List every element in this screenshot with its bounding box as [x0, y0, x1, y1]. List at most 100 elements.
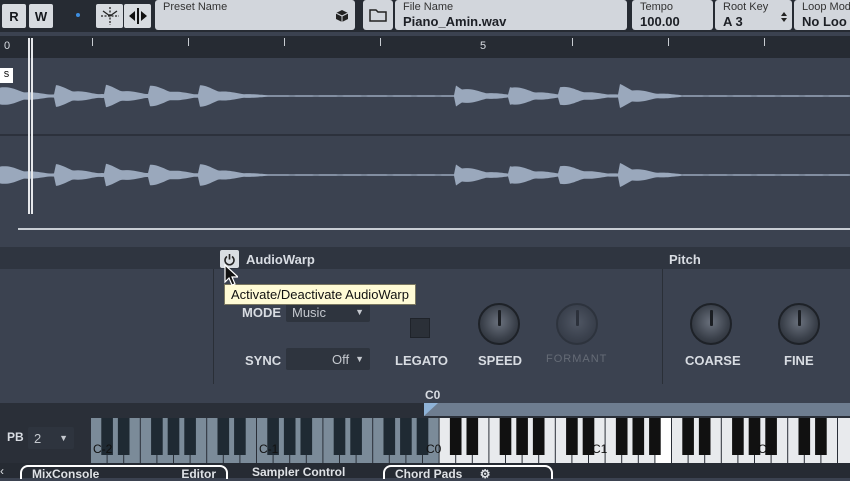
stepper-icon[interactable] [780, 11, 788, 23]
pitch-title: Pitch [669, 252, 701, 267]
ruler-tick [572, 38, 573, 46]
write-automation-button[interactable]: W [29, 4, 53, 28]
sync-dropdown[interactable]: Off ▼ [286, 348, 370, 370]
black-key[interactable] [566, 418, 578, 455]
octave-label: C-1 [259, 442, 279, 456]
preset-label: Preset Name [163, 1, 228, 13]
black-key[interactable] [184, 418, 196, 455]
playback-start-marker[interactable] [28, 38, 33, 214]
loop-mode-label: Loop Mod [802, 1, 850, 13]
waveform-display[interactable] [0, 58, 850, 244]
tab-group-left: MixConsole Editor [20, 465, 228, 481]
speed-knob[interactable] [478, 303, 520, 345]
black-key[interactable] [383, 418, 396, 455]
chevron-down-icon: ▼ [355, 354, 364, 364]
tab-chord-pads-label: Chord Pads [395, 467, 463, 481]
speed-label: SPEED [478, 353, 523, 368]
mode-value: Music [292, 304, 326, 320]
black-key[interactable] [283, 418, 296, 455]
octave-label: C-2 [93, 442, 113, 456]
panel-header: AudioWarp Pitch [0, 247, 850, 269]
loop-mode-field[interactable]: Loop Mod No Loo [794, 0, 850, 30]
root-key-label: Root Key [723, 1, 769, 13]
waveform-left-channel [0, 84, 850, 108]
waveform-baseline [18, 228, 850, 230]
black-key[interactable] [516, 418, 528, 455]
tab-mixconsole[interactable]: MixConsole [32, 467, 99, 481]
sample-start-flag[interactable]: s [0, 68, 13, 83]
ruler-tick [668, 38, 669, 46]
black-key[interactable] [732, 418, 744, 455]
black-key[interactable] [300, 418, 313, 455]
black-key[interactable] [632, 418, 645, 455]
black-key[interactable] [815, 418, 827, 455]
black-key[interactable] [798, 418, 811, 455]
coarse-knob[interactable] [690, 303, 732, 345]
black-key[interactable] [698, 418, 711, 455]
chevron-down-icon: ▼ [59, 433, 68, 443]
black-key[interactable] [117, 418, 130, 455]
sampler-control-panel: MODE Music ▼ SYNC Off ▼ LEGATO SPEED FOR… [0, 269, 850, 403]
status-dot [76, 13, 80, 17]
root-key-field[interactable]: Root Key A 3 [715, 0, 792, 30]
black-key[interactable] [449, 418, 462, 455]
preset-field[interactable]: Preset Name [155, 0, 355, 30]
octave-label: C0 [426, 442, 442, 456]
tempo-field[interactable]: Tempo 100.00 [632, 0, 713, 30]
legato-label: LEGATO [395, 353, 448, 368]
arrow-split-icon [128, 8, 147, 24]
mode-label: MODE [242, 305, 281, 320]
pitchbend-range-dropdown[interactable]: 2 ▼ [28, 427, 74, 449]
tab-editor[interactable]: Editor [181, 467, 216, 481]
black-key[interactable] [400, 418, 412, 455]
black-key[interactable] [682, 418, 694, 455]
toolbar: R W Preset Name File Name Piano_Amin.wav… [0, 0, 850, 32]
file-name-label: File Name [403, 1, 454, 13]
black-key[interactable] [649, 418, 661, 455]
ruler-tick [284, 38, 285, 46]
bottom-tab-bar: ‹ MixConsole Editor Sampler Control Chor… [0, 463, 850, 481]
ruler-tick [92, 38, 93, 46]
key-range-active[interactable] [424, 403, 850, 416]
chevron-left-icon[interactable]: ‹ [0, 464, 4, 478]
timeline-ruler[interactable]: 0 5 [0, 36, 850, 58]
read-automation-button[interactable]: R [2, 4, 26, 28]
fine-knob[interactable] [778, 303, 820, 345]
tab-chord-pads[interactable]: Chord Pads ⚙ [383, 465, 553, 481]
tab-sampler-control[interactable]: Sampler Control [252, 465, 345, 479]
mode-dropdown[interactable]: Music ▼ [286, 302, 370, 322]
black-key[interactable] [615, 418, 628, 455]
black-key[interactable] [466, 418, 479, 455]
gear-icon[interactable]: ⚙ [480, 467, 491, 481]
black-key[interactable] [333, 418, 346, 455]
ruler-tick [764, 38, 765, 46]
black-key[interactable] [167, 418, 180, 455]
ruler-tick [380, 38, 381, 46]
formant-label: FORMANT [546, 353, 608, 365]
black-key[interactable] [234, 418, 246, 455]
legato-checkbox[interactable] [410, 318, 430, 338]
preset-cube-icon[interactable] [335, 9, 349, 23]
black-key[interactable] [350, 418, 362, 455]
tempo-label: Tempo [640, 1, 674, 13]
ruler-mark-0: 0 [4, 40, 11, 52]
audiowarp-title: AudioWarp [246, 252, 315, 267]
loop-mode-value: No Loo [802, 14, 847, 29]
black-key[interactable] [532, 418, 545, 455]
marker-tool-button[interactable] [124, 4, 151, 28]
tempo-value: 100.00 [640, 14, 680, 29]
section-divider [662, 269, 663, 384]
file-name-field[interactable]: File Name Piano_Amin.wav [395, 0, 627, 30]
folder-icon [369, 9, 387, 22]
open-file-button[interactable] [363, 0, 393, 30]
range-start-handle[interactable] [424, 403, 438, 416]
black-key[interactable] [217, 418, 230, 455]
section-divider [213, 269, 214, 384]
octave-label: C1 [592, 442, 608, 456]
ruler-mark-5: 5 [480, 40, 487, 52]
black-key[interactable] [151, 418, 163, 455]
formant-knob[interactable] [556, 303, 598, 345]
black-key[interactable] [499, 418, 512, 455]
warp-tool-button[interactable] [96, 4, 123, 28]
file-name-value: Piano_Amin.wav [403, 14, 507, 29]
